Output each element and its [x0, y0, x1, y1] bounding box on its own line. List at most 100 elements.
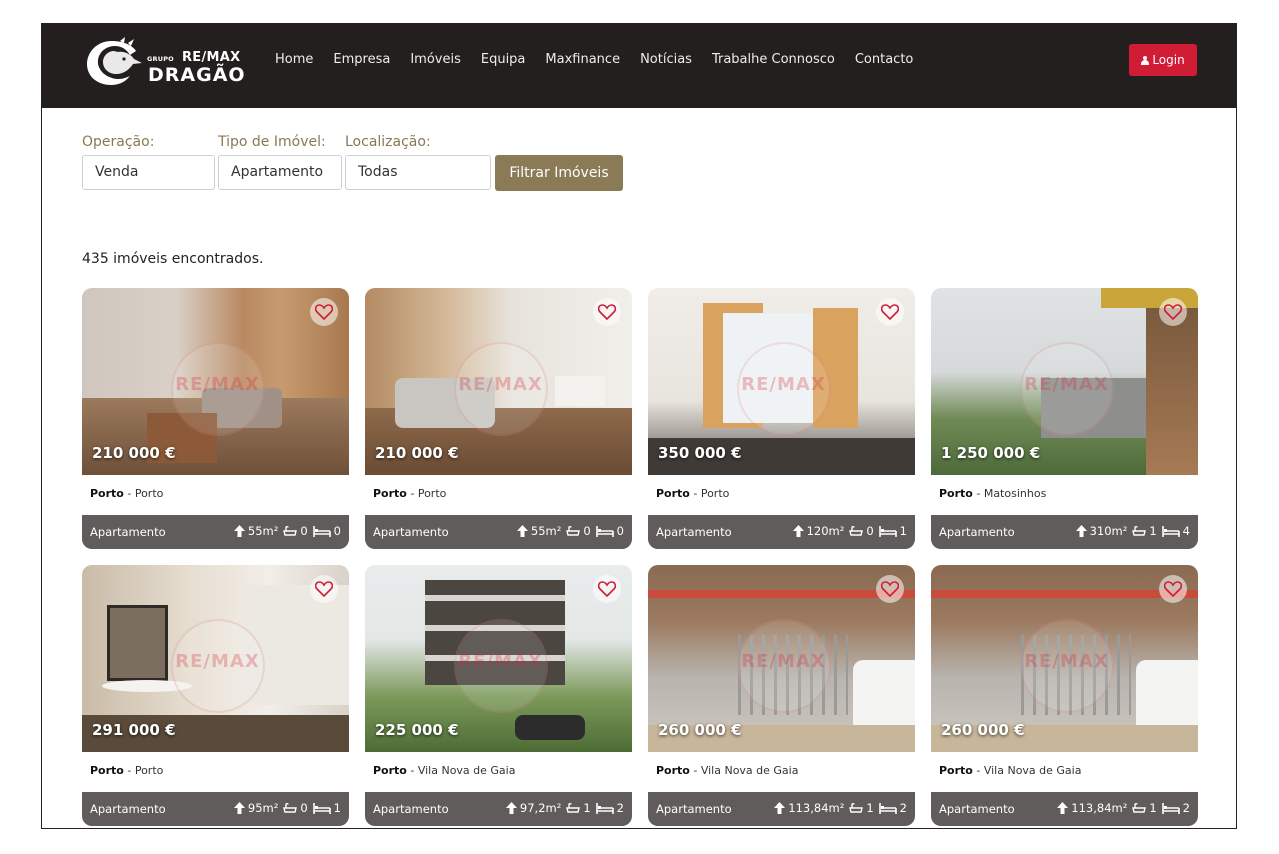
remax-watermark: RE/MAX: [736, 618, 831, 713]
listing-type: Apartamento: [939, 525, 1015, 539]
listing-photo[interactable]: RE/MAX 210 000 €: [82, 288, 349, 475]
filtrar-imoveis-button[interactable]: Filtrar Imóveis: [495, 155, 623, 191]
logo-grupo: GRUPO: [147, 55, 174, 63]
favorite-heart-icon[interactable]: [1159, 575, 1187, 603]
listing-info-bar: Apartamento 113,84m² 1 2: [648, 792, 915, 826]
listing-type: Apartamento: [939, 802, 1015, 816]
arrow-up-icon: [774, 802, 786, 814]
bathtub-icon: [283, 802, 298, 813]
listing-city: Matosinhos: [983, 487, 1047, 500]
listing-card[interactable]: RE/MAX 210 000 € Porto - Porto Apartamen…: [82, 288, 349, 549]
area-spec: 55m²: [233, 524, 278, 538]
operacao-label: Operação:: [82, 134, 155, 150]
favorite-heart-icon[interactable]: [1159, 298, 1187, 326]
bed-spec: 2: [878, 801, 907, 815]
nav-maxfinance[interactable]: Maxfinance: [535, 50, 630, 70]
listing-card[interactable]: RE/MAX 1 250 000 € Porto - Matosinhos Ap…: [931, 288, 1198, 549]
bed-spec: 2: [595, 801, 624, 815]
listing-price: 1 250 000 €: [941, 444, 1041, 462]
area-spec: 55m²: [516, 524, 561, 538]
area-spec: 120m²: [792, 524, 844, 538]
listing-photo[interactable]: RE/MAX 210 000 €: [365, 288, 632, 475]
bathtub-icon: [849, 525, 864, 536]
listing-card[interactable]: RE/MAX 291 000 € Porto - Porto Apartamen…: [82, 565, 349, 826]
listing-district: Porto: [373, 487, 407, 500]
favorite-heart-icon[interactable]: [310, 575, 338, 603]
bed-spec: 4: [1161, 524, 1190, 538]
localizacao-select[interactable]: Todas: [345, 155, 491, 190]
listing-card[interactable]: RE/MAX 210 000 € Porto - Porto Apartamen…: [365, 288, 632, 549]
listing-city: Vila Nova de Gaia: [700, 764, 799, 777]
listing-district: Porto: [90, 487, 124, 500]
localizacao-label: Localização:: [345, 134, 431, 150]
listing-location: Porto - Vila Nova de Gaia: [656, 764, 799, 777]
listing-card[interactable]: RE/MAX 350 000 € Porto - Porto Apartamen…: [648, 288, 915, 549]
listing-card[interactable]: RE/MAX 260 000 € Porto - Vila Nova de Ga…: [931, 565, 1198, 826]
bed-icon: [878, 802, 897, 814]
bed-spec: 1: [312, 801, 341, 815]
listing-price: 225 000 €: [375, 721, 459, 739]
listing-location: Porto - Vila Nova de Gaia: [939, 764, 1082, 777]
bed-spec: 0: [595, 524, 624, 538]
arrow-up-icon: [1075, 525, 1087, 537]
favorite-heart-icon[interactable]: [876, 575, 904, 603]
listing-photo[interactable]: RE/MAX 225 000 €: [365, 565, 632, 752]
user-icon: [1141, 55, 1150, 65]
area-spec: 113,84m²: [1057, 801, 1127, 815]
bed-icon: [595, 802, 614, 814]
listing-type: Apartamento: [656, 802, 732, 816]
nav-noticias[interactable]: Notícias: [630, 50, 702, 70]
listing-price: 291 000 €: [92, 721, 176, 739]
listing-location: Porto - Matosinhos: [939, 487, 1047, 500]
listing-type: Apartamento: [90, 525, 166, 539]
login-button[interactable]: Login: [1129, 44, 1197, 76]
listing-photo[interactable]: RE/MAX 291 000 €: [82, 565, 349, 752]
remax-watermark: RE/MAX: [1019, 341, 1114, 436]
listing-location: Porto - Vila Nova de Gaia: [373, 764, 516, 777]
listing-price: 210 000 €: [375, 444, 459, 462]
favorite-heart-icon[interactable]: [593, 575, 621, 603]
listing-photo[interactable]: RE/MAX 260 000 €: [931, 565, 1198, 752]
nav-empresa[interactable]: Empresa: [323, 50, 400, 70]
remax-watermark: RE/MAX: [170, 618, 265, 713]
listing-city: Vila Nova de Gaia: [983, 764, 1082, 777]
listing-location: Porto - Porto: [656, 487, 730, 500]
nav-home[interactable]: Home: [265, 50, 323, 70]
bath-spec: 1: [1132, 524, 1157, 538]
favorite-heart-icon[interactable]: [310, 298, 338, 326]
nav-imoveis[interactable]: Imóveis: [400, 50, 471, 70]
bathtub-icon: [849, 802, 864, 813]
results-count: 435 imóveis encontrados.: [82, 251, 264, 267]
nav-equipa[interactable]: Equipa: [471, 50, 536, 70]
arrow-up-icon: [233, 525, 245, 537]
listing-card[interactable]: RE/MAX 225 000 € Porto - Vila Nova de Ga…: [365, 565, 632, 826]
listing-location: Porto - Porto: [90, 487, 164, 500]
top-navbar: GRUPO RE/MAX DRAGÃO Home Empresa Imóveis…: [42, 23, 1236, 108]
listing-photo[interactable]: RE/MAX 350 000 €: [648, 288, 915, 475]
listing-district: Porto: [373, 764, 407, 777]
area-spec: 310m²: [1075, 524, 1127, 538]
listing-district: Porto: [939, 487, 973, 500]
nav-trabalhe-connosco[interactable]: Trabalhe Connosco: [702, 50, 845, 70]
listing-info-bar: Apartamento 120m² 0 1: [648, 515, 915, 549]
main-nav: Home Empresa Imóveis Equipa Maxfinance N…: [265, 50, 923, 70]
remax-watermark: RE/MAX: [1019, 618, 1114, 713]
operacao-select[interactable]: Venda: [82, 155, 215, 190]
listing-card[interactable]: RE/MAX 260 000 € Porto - Vila Nova de Ga…: [648, 565, 915, 826]
listing-photo[interactable]: RE/MAX 1 250 000 €: [931, 288, 1198, 475]
tipo-imovel-select[interactable]: Apartamento: [218, 155, 342, 190]
nav-contacto[interactable]: Contacto: [845, 50, 924, 70]
bed-spec: 1: [878, 524, 907, 538]
arrow-up-icon: [505, 802, 517, 814]
area-spec: 113,84m²: [774, 801, 844, 815]
bath-spec: 0: [566, 524, 591, 538]
bath-spec: 1: [849, 801, 874, 815]
remax-watermark: RE/MAX: [170, 341, 265, 436]
site-logo[interactable]: GRUPO RE/MAX DRAGÃO: [84, 37, 245, 89]
favorite-heart-icon[interactable]: [593, 298, 621, 326]
favorite-heart-icon[interactable]: [876, 298, 904, 326]
listing-info-bar: Apartamento 310m² 1 4: [931, 515, 1198, 549]
bath-spec: 0: [283, 524, 308, 538]
area-spec: 95m²: [233, 801, 278, 815]
listing-photo[interactable]: RE/MAX 260 000 €: [648, 565, 915, 752]
